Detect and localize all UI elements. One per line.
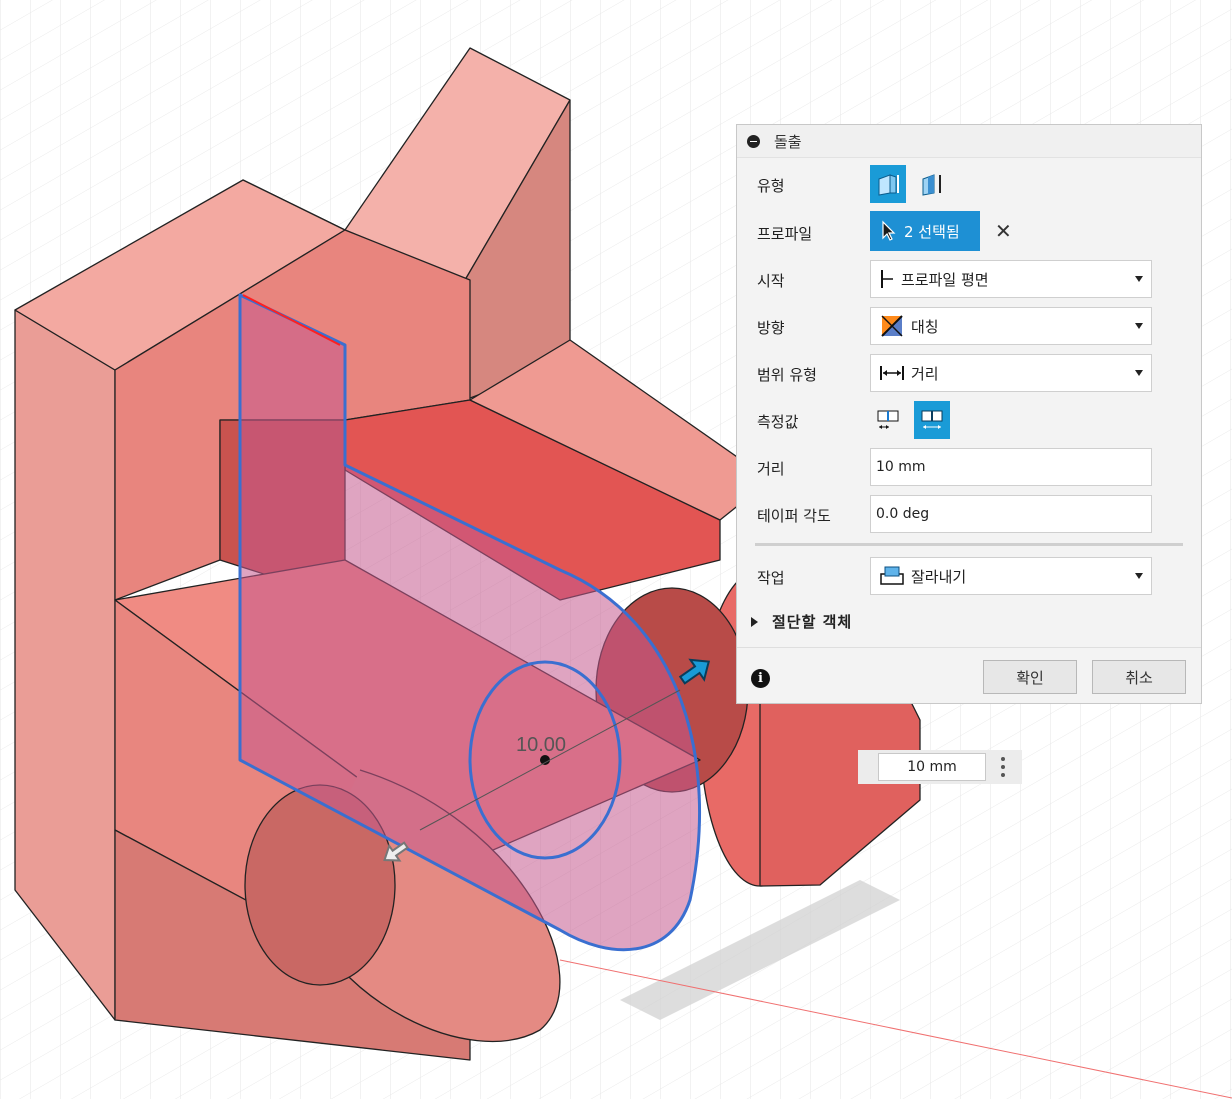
operation-value: 잘라내기 (911, 567, 967, 586)
ok-button[interactable]: 확인 (983, 660, 1077, 694)
start-label: 시작 (757, 272, 785, 290)
measurement-label: 측정값 (757, 413, 799, 431)
direction-row: 방향 대칭 (737, 307, 1203, 347)
chevron-down-icon (1135, 573, 1143, 579)
dimension-label: 10.00 (516, 734, 566, 756)
type-label: 유형 (757, 177, 785, 195)
measurement-row: 측정값 (737, 401, 1203, 441)
profile-row: 프로파일 2 선택됨 ✕ (737, 211, 1203, 253)
clear-selection-icon[interactable]: ✕ (995, 219, 1012, 243)
distance-row: 거리 10 mm (737, 448, 1203, 488)
profile-selection-button[interactable]: 2 선택됨 (870, 211, 980, 251)
taper-row: 테이퍼 각도 0.0 deg (737, 495, 1203, 535)
profile-value: 2 선택됨 (904, 222, 960, 241)
direction-value: 대칭 (911, 317, 939, 336)
objects-to-cut-label: 절단할 객체 (772, 613, 853, 631)
whole-length-icon[interactable] (914, 401, 950, 439)
chevron-down-icon (1135, 370, 1143, 376)
start-select[interactable]: 프로파일 평면 (870, 260, 1152, 298)
center-point (540, 755, 550, 765)
distance-input[interactable]: 10 mm (878, 753, 986, 781)
distance-extent-icon (880, 366, 904, 380)
profile-plane-icon (881, 270, 893, 288)
taper-angle-field[interactable]: 0.0 deg (870, 495, 1152, 533)
direction-label: 방향 (757, 319, 785, 337)
distance-label: 거리 (757, 460, 785, 478)
info-icon[interactable]: i (751, 669, 770, 688)
start-row: 시작 프로파일 평면 (737, 260, 1203, 300)
extent-type-value: 거리 (911, 364, 939, 383)
operation-row: 작업 잘라내기 (737, 557, 1203, 597)
profile-label: 프로파일 (757, 225, 813, 243)
collapse-icon[interactable] (747, 134, 760, 148)
distance-input-widget: 10 mm (858, 750, 1022, 784)
dialog-title: 돌출 (774, 132, 802, 151)
chevron-down-icon (1135, 323, 1143, 329)
direction-select[interactable]: 대칭 (870, 307, 1152, 345)
taper-label: 테이퍼 각도 (757, 507, 831, 525)
operation-select[interactable]: 잘라내기 (870, 557, 1152, 595)
dialog-titlebar[interactable]: 돌출 (737, 125, 1201, 158)
start-value: 프로파일 평면 (901, 270, 989, 289)
more-options-icon[interactable] (998, 755, 1008, 779)
footer-divider (737, 647, 1201, 648)
expand-triangle-icon (751, 616, 758, 627)
distance-field[interactable]: 10 mm (870, 448, 1152, 486)
cut-operation-icon (880, 566, 904, 585)
symmetric-direction-icon (881, 315, 903, 337)
extrude-dialog: 돌출 유형 프로파일 2 선택됨 ✕ 시작 프로파일 평면 방향 대칭 범위 유… (736, 124, 1202, 704)
section-divider (755, 543, 1183, 546)
cursor-arrow-icon (882, 220, 896, 241)
type-row: 유형 (737, 165, 1203, 205)
extent-type-label: 범위 유형 (757, 366, 817, 384)
new-body-extrude-icon[interactable] (870, 165, 906, 203)
extent-type-select[interactable]: 거리 (870, 354, 1152, 392)
extent-type-row: 범위 유형 거리 (737, 354, 1203, 394)
operation-label: 작업 (757, 569, 785, 587)
thin-extrude-icon[interactable] (914, 165, 950, 203)
chevron-down-icon (1135, 276, 1143, 282)
objects-to-cut-toggle[interactable]: 절단할 객체 (751, 611, 852, 632)
half-length-icon[interactable] (870, 401, 906, 439)
cancel-button[interactable]: 취소 (1092, 660, 1186, 694)
